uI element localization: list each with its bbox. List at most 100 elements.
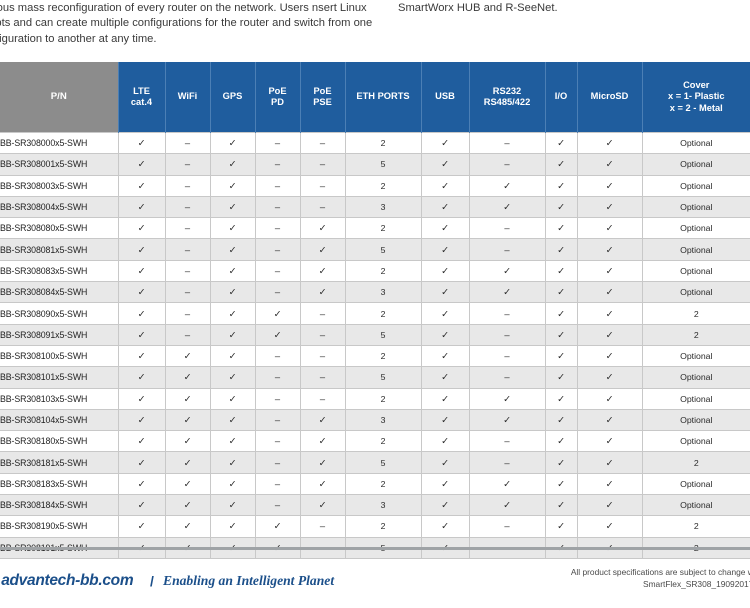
- check-icon: ✓: [605, 243, 614, 255]
- cell-poe-pd: –: [254, 196, 300, 219]
- cell-part-number: BB-SR308004x5-SWH: [0, 196, 118, 219]
- dash-icon: –: [274, 286, 281, 298]
- check-icon: ✓: [137, 222, 146, 234]
- dash-icon: –: [504, 243, 510, 255]
- check-icon: ✓: [503, 477, 511, 489]
- cell-cover: Optional: [641, 494, 750, 517]
- intro-paragraph-right: SmartWorx HUB and R-SeeNet.: [398, 2, 558, 14]
- cell-poe-pd: –: [254, 430, 300, 453]
- cell-wifi: –: [164, 302, 210, 325]
- cell-poe-pd: –: [254, 388, 300, 410]
- table-row: BB-SR308000x5-SWH ✓ – ✓ – – 2 ✓ – ✓ ✓ Optional: [0, 131, 750, 155]
- check-icon: ✓: [605, 201, 614, 213]
- cell-lte: ✓: [117, 451, 165, 474]
- check-icon: ✓: [228, 264, 237, 276]
- check-icon: ✓: [318, 477, 327, 489]
- check-icon: ✓: [137, 307, 146, 319]
- cell-wifi: –: [164, 153, 210, 176]
- cell-part-number: BB-SR308100x5-SWH: [0, 345, 118, 368]
- cell-microsd: ✓: [576, 388, 642, 410]
- cell-gps: ✓: [209, 388, 255, 410]
- cell-microsd: ✓: [576, 281, 642, 304]
- cell-poe-pd: –: [254, 217, 300, 240]
- cell-poe-pse: ✓: [299, 238, 345, 261]
- column-header-usb-label: USB: [435, 91, 455, 102]
- cell-wifi: –: [164, 238, 210, 261]
- check-icon: ✓: [228, 499, 237, 511]
- cell-part-number: BB-SR308091x5-SWH: [0, 324, 118, 346]
- cell-poe-pse: ✓: [299, 217, 345, 240]
- check-icon: ✓: [557, 328, 565, 340]
- check-icon: ✓: [441, 179, 449, 191]
- check-icon: ✓: [228, 477, 237, 489]
- check-icon: ✓: [228, 350, 237, 362]
- column-header-usb: USB: [420, 62, 470, 133]
- cell-lte: ✓: [117, 302, 165, 325]
- cell-io: ✓: [544, 260, 577, 283]
- check-icon: ✓: [228, 137, 237, 149]
- cell-poe-pse: –: [299, 131, 345, 155]
- check-icon: ✓: [441, 499, 449, 511]
- check-icon: ✓: [605, 477, 614, 489]
- cell-poe-pse: –: [299, 302, 345, 325]
- cell-wifi: –: [164, 324, 210, 346]
- cell-poe-pse: –: [299, 175, 345, 197]
- check-icon: ✓: [557, 264, 565, 276]
- cell-microsd: ✓: [576, 131, 642, 155]
- dash-icon: –: [274, 435, 281, 447]
- cell-gps: ✓: [209, 409, 255, 432]
- check-icon: ✓: [441, 307, 449, 319]
- dash-icon: –: [504, 307, 510, 319]
- check-icon: ✓: [273, 307, 282, 319]
- cell-rs232-rs485: –: [468, 366, 545, 389]
- brand-website-link[interactable]: w.advantech-bb.com: [0, 572, 134, 590]
- dash-icon: –: [319, 371, 326, 383]
- cell-lte: ✓: [117, 281, 165, 304]
- cell-rs232-rs485: –: [468, 515, 545, 538]
- cell-eth-ports: 5: [344, 238, 421, 261]
- column-header-cover-line1: Cover: [683, 79, 710, 90]
- table-row: BB-SR308180x5-SWH ✓ ✓ ✓ – ✓ 2 ✓ – ✓ ✓ Optional: [0, 430, 750, 453]
- cell-gps: ✓: [209, 366, 255, 389]
- check-icon: ✓: [605, 499, 614, 511]
- cell-eth-ports: 2: [344, 345, 421, 368]
- cell-microsd: ✓: [576, 196, 642, 219]
- check-icon: ✓: [557, 456, 565, 468]
- dash-icon: –: [319, 307, 326, 319]
- cell-usb: ✓: [420, 324, 469, 346]
- cell-io: ✓: [544, 345, 577, 368]
- cell-poe-pd: ✓: [254, 515, 300, 538]
- cell-wifi: –: [164, 260, 210, 283]
- cell-io: ✓: [544, 494, 577, 517]
- check-icon: ✓: [228, 307, 237, 319]
- check-icon: ✓: [605, 328, 614, 340]
- cell-eth-ports: 5: [344, 366, 421, 389]
- dash-icon: –: [319, 201, 326, 213]
- check-icon: ✓: [183, 520, 192, 532]
- dash-icon: –: [274, 264, 281, 276]
- cell-rs232-rs485: –: [468, 430, 545, 453]
- cell-lte: ✓: [117, 409, 165, 432]
- column-header-poe-pse-line2: PSE: [313, 97, 332, 107]
- cell-eth-ports: 2: [344, 217, 421, 240]
- check-icon: ✓: [318, 286, 327, 298]
- cell-usb: ✓: [420, 217, 469, 240]
- table-row: BB-SR308190x5-SWH ✓ ✓ ✓ ✓ – 2 ✓ – ✓ ✓ 2: [0, 515, 750, 538]
- cell-gps: ✓: [209, 302, 255, 325]
- cell-usb: ✓: [420, 238, 469, 261]
- check-icon: ✓: [228, 201, 237, 213]
- column-header-pn-label: P/N: [50, 91, 67, 103]
- cell-poe-pd: –: [254, 238, 300, 261]
- cell-lte: ✓: [117, 238, 165, 261]
- cell-io: ✓: [544, 238, 577, 261]
- table-row: BB-SR308101x5-SWH ✓ ✓ ✓ – – 5 ✓ – ✓ ✓ Optional: [0, 366, 750, 389]
- check-icon: ✓: [137, 520, 146, 532]
- check-icon: ✓: [503, 201, 511, 213]
- check-icon: ✓: [557, 350, 565, 362]
- cell-part-number: BB-SR308081x5-SWH: [0, 238, 118, 261]
- check-icon: ✓: [503, 179, 511, 191]
- cell-poe-pd: –: [254, 366, 300, 389]
- check-icon: ✓: [183, 456, 192, 468]
- intro-paragraph-left: aneous mass reconfiguration of every rou…: [0, 2, 373, 45]
- column-header-cover: Cover x = 1- Plastic x = 2 - Metal: [641, 62, 750, 133]
